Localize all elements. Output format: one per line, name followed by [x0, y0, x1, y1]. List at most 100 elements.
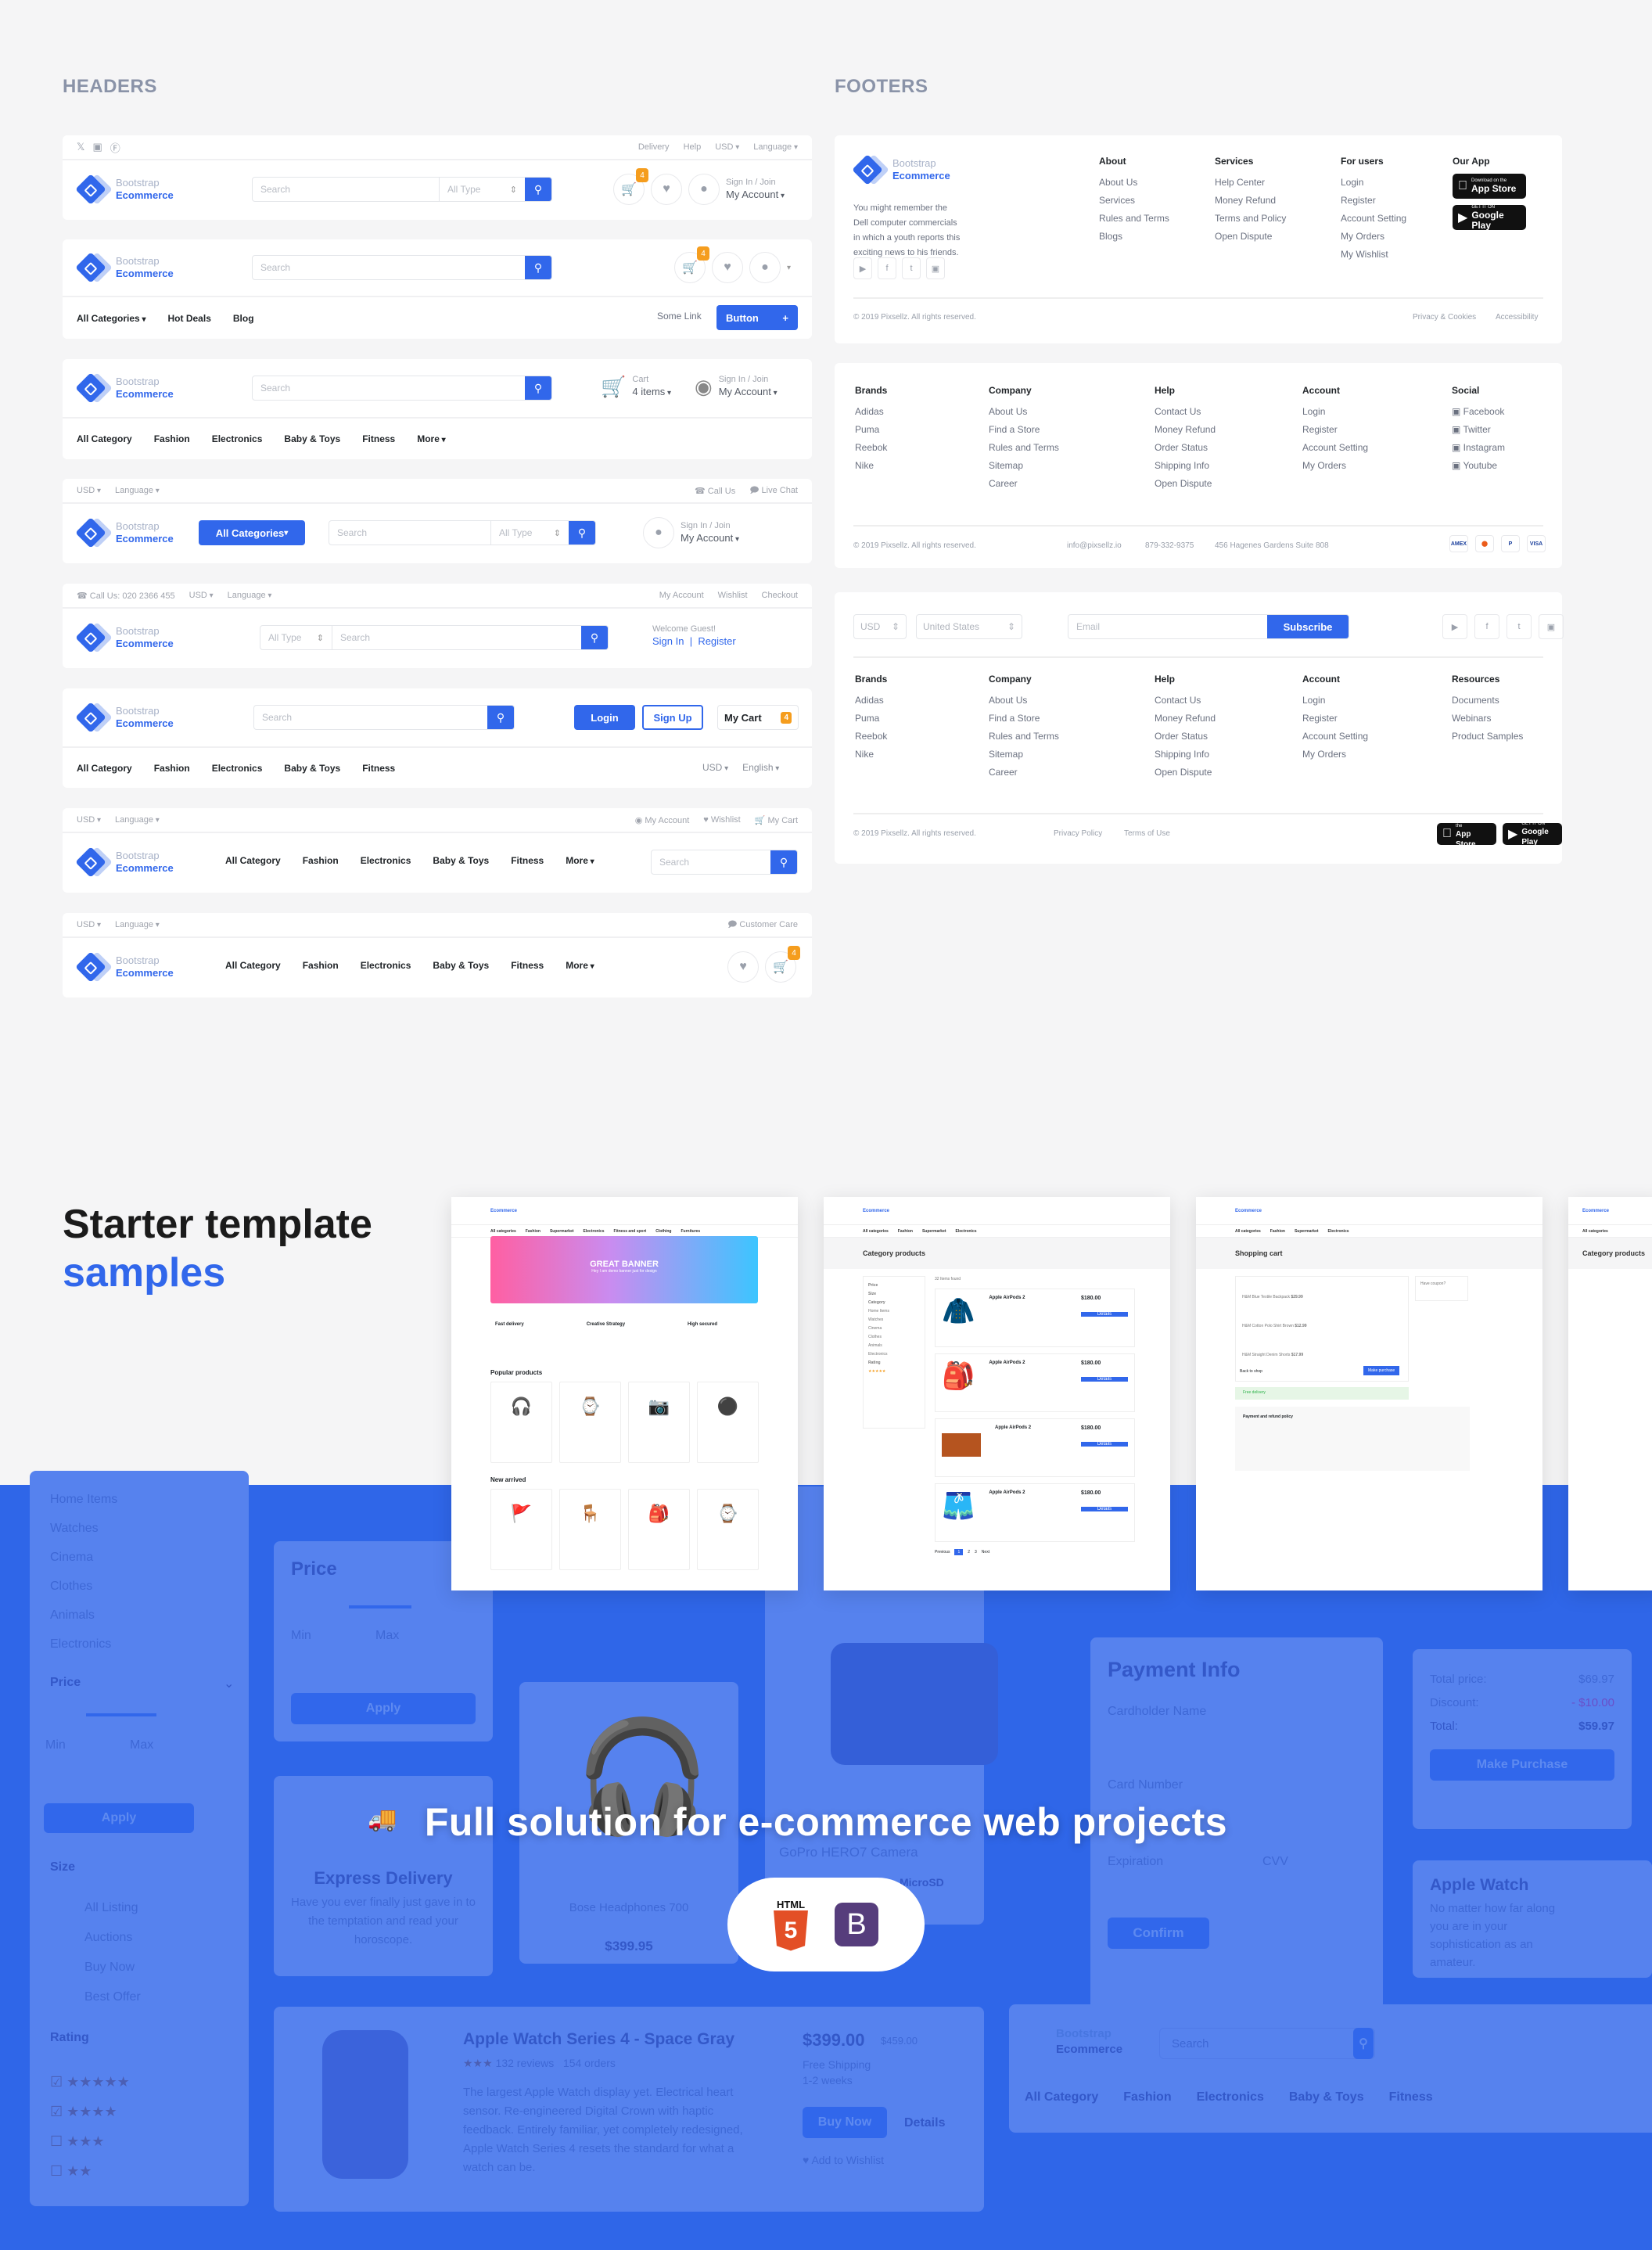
- details-button[interactable]: Details: [1081, 1377, 1128, 1382]
- footer-link[interactable]: Open Dispute: [1155, 475, 1216, 493]
- details-button[interactable]: Details: [1081, 1312, 1128, 1317]
- rating-5-stars-icon[interactable]: ☑ ★★★★★: [50, 2067, 130, 2097]
- facebook-icon[interactable]: Ⓕ: [110, 140, 120, 155]
- accessibility-link[interactable]: Accessibility: [1496, 313, 1538, 322]
- cart-button[interactable]: 🛒4: [765, 946, 800, 983]
- sample-category-page[interactable]: Ecommerce All categories Fashion Supermark…: [824, 1197, 1170, 1590]
- currency-dropdown[interactable]: USD: [77, 815, 101, 825]
- twitter-icon[interactable]: t: [1507, 614, 1532, 639]
- search-button[interactable]: ⚲: [569, 521, 595, 545]
- cart-button[interactable]: 🛒4: [674, 246, 709, 283]
- footer-link[interactable]: Terms and Policy: [1215, 210, 1286, 228]
- footer-link[interactable]: Reebok: [855, 439, 887, 457]
- footer-link[interactable]: Help Center: [1215, 174, 1286, 192]
- nav-all-category[interactable]: All Category: [77, 763, 132, 774]
- nav-fitness[interactable]: Fitness: [511, 960, 544, 971]
- rating-3-stars-icon[interactable]: ☐ ★★★: [50, 2126, 130, 2156]
- footer-link[interactable]: Order Status: [1155, 728, 1216, 746]
- nav-fashion[interactable]: Fashion: [154, 763, 190, 774]
- size-option[interactable]: Buy Now: [84, 1953, 141, 1982]
- account-button[interactable]: ●: [643, 517, 674, 548]
- register-link[interactable]: Register: [698, 635, 735, 647]
- app-store-badge[interactable]: Download on theApp Store: [1437, 818, 1496, 849]
- instagram-icon[interactable]: ▣: [926, 257, 945, 279]
- search-button[interactable]: ⚲: [487, 706, 514, 729]
- search-input[interactable]: Search: [332, 626, 581, 649]
- brand-logo[interactable]: Bootstrap Ecommerce: [75, 372, 174, 404]
- brand-logo[interactable]: Bootstrap Ecommerce: [75, 846, 174, 878]
- subscribe-button[interactable]: Subscribe: [1267, 615, 1349, 638]
- search-button[interactable]: ⚲: [581, 626, 608, 649]
- search-input[interactable]: Search: [254, 706, 487, 729]
- footer-link[interactable]: Account Setting: [1302, 439, 1368, 457]
- account-button[interactable]: ●: [749, 252, 781, 283]
- search-button[interactable]: ⚲: [525, 178, 551, 201]
- app-store-badge[interactable]: Download on theApp Store: [1453, 174, 1526, 199]
- footer-link[interactable]: Account Setting: [1341, 210, 1406, 228]
- search-input[interactable]: Search: [1172, 2037, 1209, 2051]
- type-select[interactable]: All Type: [439, 178, 525, 201]
- facebook-icon[interactable]: f: [1474, 614, 1499, 639]
- nav-fashion[interactable]: Fashion: [303, 855, 339, 866]
- nav-electronics[interactable]: Electronics: [361, 960, 411, 971]
- nav-all-category[interactable]: All Category: [1025, 2090, 1098, 2104]
- price-range-slider[interactable]: [349, 1605, 411, 1608]
- nav-fitness[interactable]: Fitness: [511, 855, 544, 866]
- confirm-button[interactable]: Confirm: [1108, 1918, 1209, 1949]
- call-us-link[interactable]: ☎ Call Us: [695, 486, 735, 496]
- price-range-slider[interactable]: [86, 1713, 156, 1716]
- footer-link[interactable]: Career: [989, 475, 1059, 493]
- search-input[interactable]: Search: [253, 256, 525, 279]
- nav-all-category[interactable]: All Category: [77, 433, 132, 444]
- footer-link[interactable]: Documents: [1452, 692, 1523, 710]
- nav-fitness[interactable]: Fitness: [1389, 2090, 1433, 2104]
- footer-link[interactable]: My Orders: [1302, 457, 1368, 475]
- footer-link[interactable]: My Wishlist: [1341, 246, 1406, 264]
- size-option[interactable]: All Listing: [84, 1893, 141, 1923]
- details-button[interactable]: Details: [904, 2116, 945, 2130]
- footer-link[interactable]: Puma: [855, 710, 887, 728]
- currency-dropdown[interactable]: USD: [715, 142, 739, 152]
- footer-link[interactable]: Order Status: [1155, 439, 1216, 457]
- footer-link[interactable]: Contact Us: [1155, 403, 1216, 421]
- search-button[interactable]: ⚲: [770, 850, 797, 874]
- details-button[interactable]: Details: [1081, 1507, 1128, 1511]
- terms-of-use-link[interactable]: Terms of Use: [1124, 829, 1170, 838]
- search-button[interactable]: ⚲: [1353, 2028, 1374, 2059]
- login-button[interactable]: Login: [574, 705, 635, 730]
- facebook-icon[interactable]: f: [878, 257, 896, 279]
- footer-link[interactable]: Money Refund: [1155, 710, 1216, 728]
- instagram-icon[interactable]: ▣: [92, 141, 102, 153]
- footer-link[interactable]: Career: [989, 764, 1059, 782]
- social-twitter-link[interactable]: ▣ Twitter: [1452, 421, 1505, 439]
- language-dropdown[interactable]: Language: [228, 591, 272, 600]
- my-cart-button[interactable]: My Cart 4: [717, 705, 799, 730]
- wishlist-button[interactable]: ♥: [727, 951, 759, 983]
- nav-baby-toys[interactable]: Baby & Toys: [433, 855, 489, 866]
- brand-logo[interactable]: Bootstrap Ecommerce: [852, 154, 950, 185]
- language-dropdown[interactable]: English: [742, 762, 779, 773]
- brand-logo[interactable]: Bootstrap Ecommerce: [75, 702, 174, 733]
- nav-more[interactable]: More: [417, 433, 445, 444]
- country-select[interactable]: United States ⇕: [916, 614, 1022, 639]
- footer-link[interactable]: Sitemap: [989, 457, 1059, 475]
- footer-link[interactable]: Find a Store: [989, 710, 1059, 728]
- search-button[interactable]: ⚲: [525, 256, 551, 279]
- customer-care-link[interactable]: 🗩 Customer Care: [727, 918, 798, 933]
- brand-logo[interactable]: Bootstrap Ecommerce: [75, 622, 174, 653]
- nav-more[interactable]: More: [566, 960, 594, 971]
- nav-baby-toys[interactable]: Baby & Toys: [284, 763, 340, 774]
- add-wishlist-link[interactable]: ♥ Add to Wishlist: [803, 2154, 884, 2166]
- nav-fashion[interactable]: Fashion: [303, 960, 339, 971]
- nav-baby-toys[interactable]: Baby & Toys: [1289, 2090, 1364, 2104]
- size-option[interactable]: Best Offer: [84, 1982, 141, 2012]
- chevron-down-icon[interactable]: ⌄: [224, 1676, 234, 1691]
- footer-link[interactable]: Register: [1341, 192, 1406, 210]
- footer-link[interactable]: Rules and Terms: [1099, 210, 1169, 228]
- search-input[interactable]: Search: [329, 521, 490, 545]
- make-purchase-button[interactable]: Make purchase: [1363, 1366, 1400, 1375]
- mini-pagination[interactable]: Previous 1 2 3 Next: [935, 1549, 989, 1555]
- language-dropdown[interactable]: Language: [115, 815, 160, 825]
- nav-electronics[interactable]: Electronics: [212, 433, 263, 444]
- chevron-down-icon[interactable]: ▾: [787, 264, 791, 272]
